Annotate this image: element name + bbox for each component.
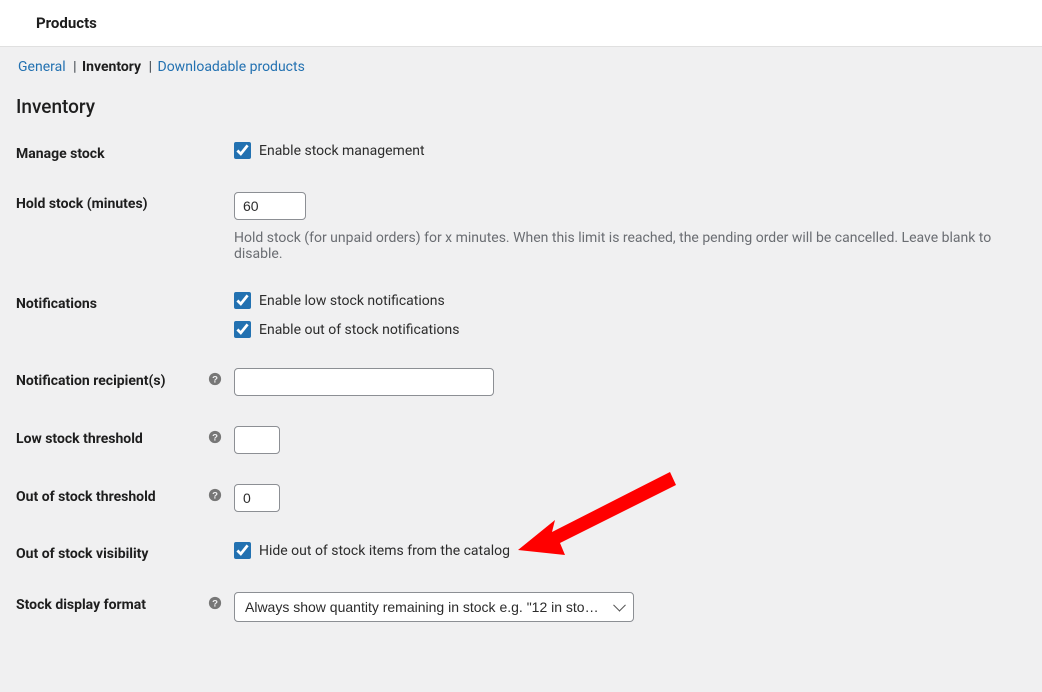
help-icon[interactable]: ?	[208, 430, 222, 448]
out-stock-notify-label[interactable]: Enable out of stock notifications	[234, 321, 1026, 338]
svg-text:?: ?	[212, 491, 218, 502]
hold-stock-description: Hold stock (for unpaid orders) for x min…	[234, 230, 1026, 262]
row-stock-display: Stock display format ? Always show quant…	[16, 592, 1026, 622]
svg-text:?: ?	[212, 599, 218, 610]
low-threshold-input[interactable]	[234, 426, 280, 454]
row-out-visibility: Out of stock visibility Hide out of stoc…	[16, 542, 1026, 562]
subnav-separator: |	[73, 59, 76, 75]
row-notifications: Notifications Enable low stock notificat…	[16, 292, 1026, 338]
row-manage-stock: Manage stock Enable stock management	[16, 142, 1026, 162]
label-out-visibility: Out of stock visibility	[16, 546, 148, 562]
manage-stock-checkbox[interactable]	[234, 142, 251, 159]
subnav-general[interactable]: General	[18, 59, 66, 75]
help-icon[interactable]: ?	[208, 488, 222, 506]
label-low-threshold: Low stock threshold	[16, 431, 143, 447]
out-threshold-input[interactable]	[234, 484, 280, 512]
hold-stock-input[interactable]	[234, 192, 306, 220]
label-out-threshold: Out of stock threshold	[16, 489, 156, 505]
subnav-downloadable[interactable]: Downloadable products	[158, 59, 305, 75]
manage-stock-text: Enable stock management	[259, 143, 425, 159]
row-hold-stock: Hold stock (minutes) Hold stock (for unp…	[16, 192, 1026, 262]
subnav-separator: |	[149, 59, 152, 75]
manage-stock-checkbox-label[interactable]: Enable stock management	[234, 142, 1026, 159]
recipients-input[interactable]	[234, 368, 494, 396]
low-stock-notify-text: Enable low stock notifications	[259, 293, 445, 309]
label-hold-stock: Hold stock (minutes)	[16, 196, 148, 212]
low-stock-notify-checkbox[interactable]	[234, 292, 251, 309]
svg-text:?: ?	[212, 375, 218, 386]
section-heading: Inventory	[16, 95, 1026, 118]
out-stock-notify-text: Enable out of stock notifications	[259, 322, 459, 338]
label-stock-display: Stock display format	[16, 597, 146, 613]
page-title: Products	[36, 14, 1006, 32]
help-icon[interactable]: ?	[208, 596, 222, 614]
svg-text:?: ?	[212, 433, 218, 444]
subnav: General | Inventory | Downloadable produ…	[0, 47, 1042, 81]
out-visibility-text: Hide out of stock items from the catalog	[259, 543, 510, 559]
stock-display-select-wrap: Always show quantity remaining in stock …	[234, 592, 634, 622]
out-stock-notify-checkbox[interactable]	[234, 321, 251, 338]
low-stock-notify-label[interactable]: Enable low stock notifications	[234, 292, 1026, 309]
header: Products	[0, 0, 1042, 47]
out-visibility-checkbox[interactable]	[234, 542, 251, 559]
subnav-inventory[interactable]: Inventory	[82, 59, 141, 75]
stock-display-select[interactable]: Always show quantity remaining in stock …	[234, 592, 634, 622]
label-notifications: Notifications	[16, 296, 97, 312]
row-recipients: Notification recipient(s) ?	[16, 368, 1026, 396]
settings-form: Inventory Manage stock Enable stock mana…	[0, 81, 1042, 692]
row-low-threshold: Low stock threshold ?	[16, 426, 1026, 454]
help-icon[interactable]: ?	[208, 372, 222, 390]
out-visibility-checkbox-label[interactable]: Hide out of stock items from the catalog	[234, 542, 1026, 559]
row-out-threshold: Out of stock threshold ?	[16, 484, 1026, 512]
label-manage-stock: Manage stock	[16, 146, 105, 162]
label-recipients: Notification recipient(s)	[16, 373, 166, 389]
